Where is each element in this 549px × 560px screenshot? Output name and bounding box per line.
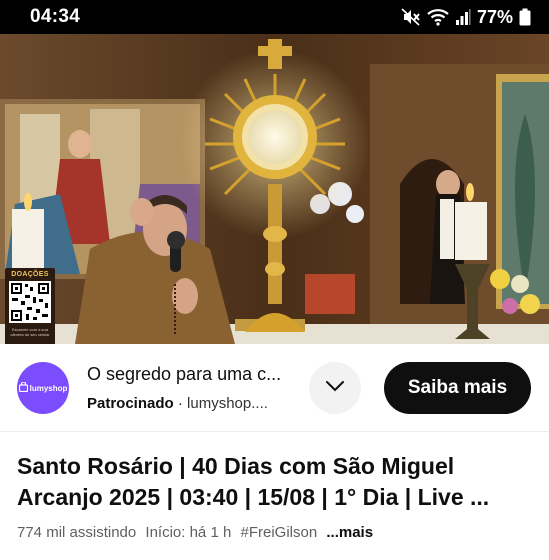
- chevron-down-icon: [325, 379, 345, 397]
- more-link[interactable]: ...mais: [326, 524, 373, 541]
- signal-icon: [455, 8, 471, 26]
- ad-meta: Patrocinado · lumyshop....: [87, 395, 302, 412]
- sponsored-label: Patrocinado: [87, 395, 174, 412]
- ad-domain: lumyshop....: [187, 395, 268, 412]
- status-bar: 04:34 77%: [0, 0, 549, 34]
- qr-code-icon: [9, 281, 51, 323]
- battery-icon: [519, 8, 531, 26]
- battery-percent: 77%: [476, 6, 513, 27]
- wifi-icon: [427, 8, 449, 26]
- donation-label: DOAÇÕES: [11, 271, 49, 278]
- sponsored-ad[interactable]: lumyshop O segredo para uma c... Patroci…: [0, 344, 549, 432]
- status-icons: 77%: [401, 7, 531, 28]
- ad-title[interactable]: O segredo para uma c...: [87, 364, 302, 385]
- advertiser-logo-text: lumyshop: [29, 383, 68, 393]
- shopping-bag-icon: [18, 379, 28, 397]
- donation-overlay: DOAÇÕES Escaneie com a sua câmera do seu…: [5, 268, 55, 344]
- video-player[interactable]: DOAÇÕES Escaneie com a sua câmera do seu…: [0, 34, 549, 344]
- cta-button[interactable]: Saiba mais: [384, 362, 531, 414]
- video-title[interactable]: Santo Rosário | 40 Dias com São Miguel A…: [17, 451, 537, 513]
- advertiser-logo[interactable]: lumyshop: [17, 362, 69, 414]
- viewer-count: 774 mil assistindo: [17, 524, 137, 541]
- video-frame: [0, 34, 549, 344]
- status-time: 04:34: [30, 6, 81, 27]
- hashtag-link[interactable]: #FreiGilson: [240, 524, 317, 541]
- donation-instructions: Escaneie com a sua câmera do seu celular: [10, 327, 50, 337]
- video-meta[interactable]: 774 mil assistindo Início: há 1 h #FreiG…: [17, 524, 537, 541]
- expand-ad-button[interactable]: [309, 362, 361, 414]
- mute-icon: [401, 8, 421, 26]
- meta-separator: ·: [177, 395, 183, 412]
- start-time: Início: há 1 h: [145, 524, 232, 541]
